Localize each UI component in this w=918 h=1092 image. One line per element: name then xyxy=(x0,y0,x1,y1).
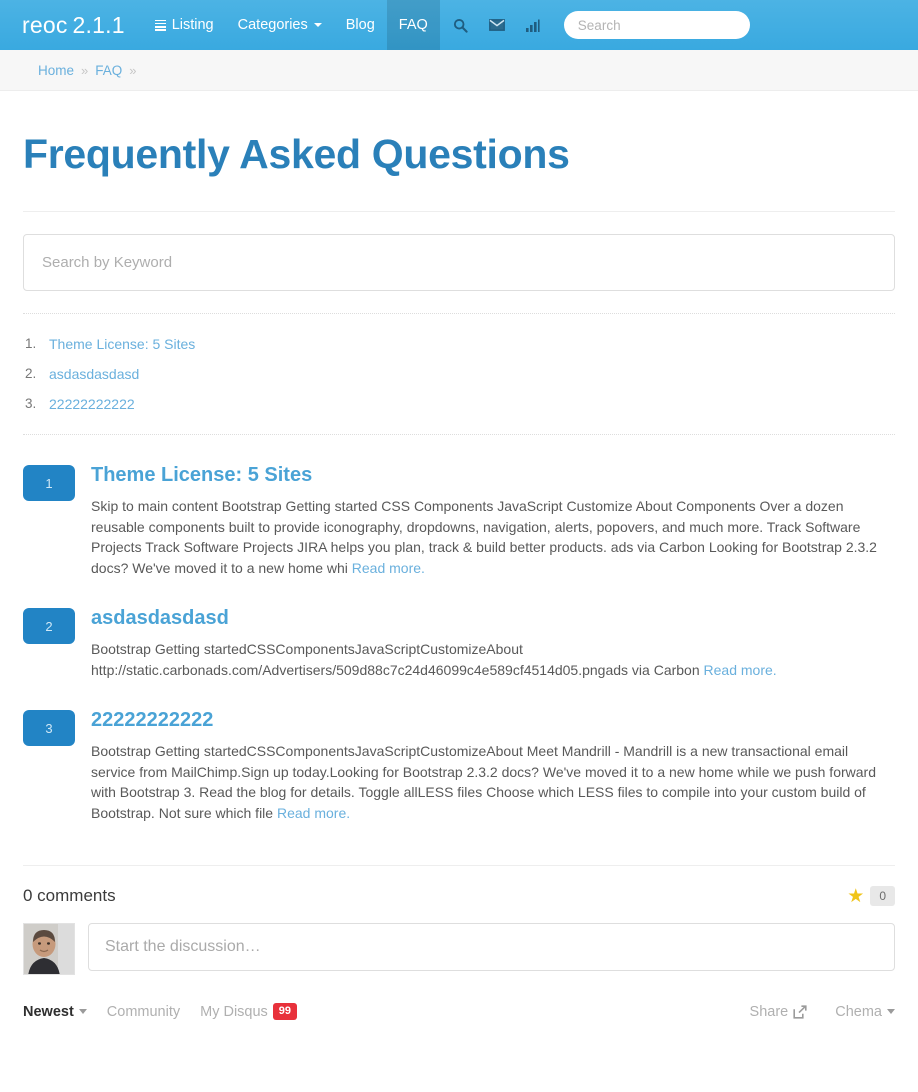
faq-number-badge: 3 xyxy=(23,710,75,747)
comment-input[interactable] xyxy=(88,923,895,972)
faq-text: Bootstrap Getting startedCSSComponentsJa… xyxy=(91,639,895,680)
rating-widget: ★ 0 xyxy=(847,886,895,907)
list-icon xyxy=(154,19,166,31)
disqus-toolbar: Newest Community My Disqus 99 Share Chem… xyxy=(23,995,895,1021)
notification-badge: 99 xyxy=(272,1003,298,1021)
avatar xyxy=(23,923,75,976)
faq-item: 1 Theme License: 5 Sites Skip to main co… xyxy=(23,463,895,578)
list-item: Theme License: 5 Sites xyxy=(23,336,895,352)
faq-number-badge: 1 xyxy=(23,465,75,502)
faq-text: Skip to main content Bootstrap Getting s… xyxy=(91,496,895,578)
nav-icon-group xyxy=(446,0,548,50)
brand-name: reoc xyxy=(22,11,68,38)
keyword-search-wrap xyxy=(23,212,895,313)
chevron-down-icon xyxy=(313,23,322,27)
chevron-down-icon xyxy=(887,1009,895,1015)
faq-text-body: Skip to main content Bootstrap Getting s… xyxy=(91,498,877,576)
page-content: Frequently Asked Questions Theme License… xyxy=(0,131,918,1021)
nav-item-categories[interactable]: Categories xyxy=(226,0,334,50)
nav-item-categories-label: Categories xyxy=(237,17,308,33)
rating-count-badge: 0 xyxy=(870,886,895,907)
tab-community[interactable]: Community xyxy=(107,1004,180,1020)
faq-text: Bootstrap Getting startedCSSComponentsJa… xyxy=(91,741,895,823)
toc-link-2[interactable]: asdasdasdasd xyxy=(49,366,139,382)
breadcrumb: Home » FAQ » xyxy=(0,50,918,91)
comments-count: 0 comments xyxy=(23,886,116,906)
share-button[interactable]: Share xyxy=(750,1004,808,1020)
breadcrumb-separator: » xyxy=(81,62,89,78)
search-icon[interactable] xyxy=(446,10,476,40)
tab-my-disqus-label: My Disqus xyxy=(200,1003,268,1020)
faq-number-badge: 2 xyxy=(23,608,75,645)
comments-header: 0 comments ★ 0 xyxy=(23,886,895,907)
keyword-search-input[interactable] xyxy=(23,234,895,292)
breadcrumb-item-home[interactable]: Home xyxy=(38,63,74,78)
user-menu-label: Chema xyxy=(835,1003,882,1020)
tab-community-label: Community xyxy=(106,1003,181,1020)
nav-item-faq[interactable]: FAQ xyxy=(386,0,440,50)
comments-section: 0 comments ★ 0 Start the discussion… New… xyxy=(23,851,895,1021)
disqus-tabs: Newest Community My Disqus 99 xyxy=(23,1003,298,1021)
chevron-down-icon xyxy=(78,1009,87,1015)
faq-body: Theme License: 5 Sites Skip to main cont… xyxy=(75,463,895,578)
page-title: Frequently Asked Questions xyxy=(23,131,570,177)
read-more-link[interactable]: Read more. xyxy=(352,560,425,576)
brand-version: 2.1.1 xyxy=(72,11,125,38)
tab-newest[interactable]: Newest xyxy=(23,1004,87,1020)
faq-body: 22222222222 Bootstrap Getting startedCSS… xyxy=(75,708,895,823)
nav-item-listing-label: Listing xyxy=(171,17,214,33)
tab-my-disqus[interactable]: My Disqus 99 xyxy=(200,1003,298,1021)
faq-toc-list: Theme License: 5 Sites asdasdasdasd 2222… xyxy=(23,314,895,434)
faq-item: 2 asdasdasdasd Bootstrap Getting started… xyxy=(23,606,895,680)
navbar-search-input[interactable] xyxy=(563,11,750,39)
comment-composer xyxy=(23,923,895,976)
share-label: Share xyxy=(749,1003,789,1020)
nav-item-blog[interactable]: Blog xyxy=(334,0,387,50)
nav-items: Listing Categories Blog FAQ xyxy=(143,0,440,50)
read-more-link[interactable]: Read more. xyxy=(277,805,350,821)
star-icon[interactable]: ★ xyxy=(847,887,864,906)
read-more-link[interactable]: Read more. xyxy=(704,662,777,678)
toc-link-3[interactable]: 22222222222 xyxy=(49,396,135,412)
nav-item-blog-label: Blog xyxy=(345,17,375,33)
faq-body: asdasdasdasd Bootstrap Getting startedCS… xyxy=(75,606,895,680)
list-item: 22222222222 xyxy=(23,396,895,412)
external-link-icon xyxy=(793,1005,807,1019)
toc-link-1[interactable]: Theme License: 5 Sites xyxy=(49,336,195,352)
disqus-actions: Share Chema xyxy=(750,1004,895,1020)
breadcrumb-item-faq[interactable]: FAQ xyxy=(95,63,122,78)
faq-list: 1 Theme License: 5 Sites Skip to main co… xyxy=(23,435,895,823)
navbar: reoc 2.1.1 Listing Categories Blog FAQ xyxy=(0,0,918,50)
nav-item-listing[interactable]: Listing xyxy=(143,0,226,50)
faq-title[interactable]: 22222222222 xyxy=(91,708,895,732)
faq-title[interactable]: Theme License: 5 Sites xyxy=(91,463,895,487)
comments-divider xyxy=(23,865,895,867)
breadcrumb-separator-trailing: » xyxy=(129,62,137,78)
nav-item-faq-label: FAQ xyxy=(398,17,428,33)
brand-logo[interactable]: reoc 2.1.1 xyxy=(0,0,143,50)
signal-bars-icon[interactable] xyxy=(518,10,548,40)
faq-title[interactable]: asdasdasdasd xyxy=(91,606,895,630)
list-item: asdasdasdasd xyxy=(23,366,895,382)
faq-text-body: Bootstrap Getting startedCSSComponentsJa… xyxy=(91,743,876,821)
envelope-icon[interactable] xyxy=(482,10,512,40)
faq-item: 3 22222222222 Bootstrap Getting startedC… xyxy=(23,708,895,823)
tab-newest-label: Newest xyxy=(23,1003,74,1020)
navbar-search xyxy=(563,0,750,50)
faq-text-body: Bootstrap Getting startedCSSComponentsJa… xyxy=(91,641,704,678)
user-menu[interactable]: Chema xyxy=(835,1004,895,1020)
